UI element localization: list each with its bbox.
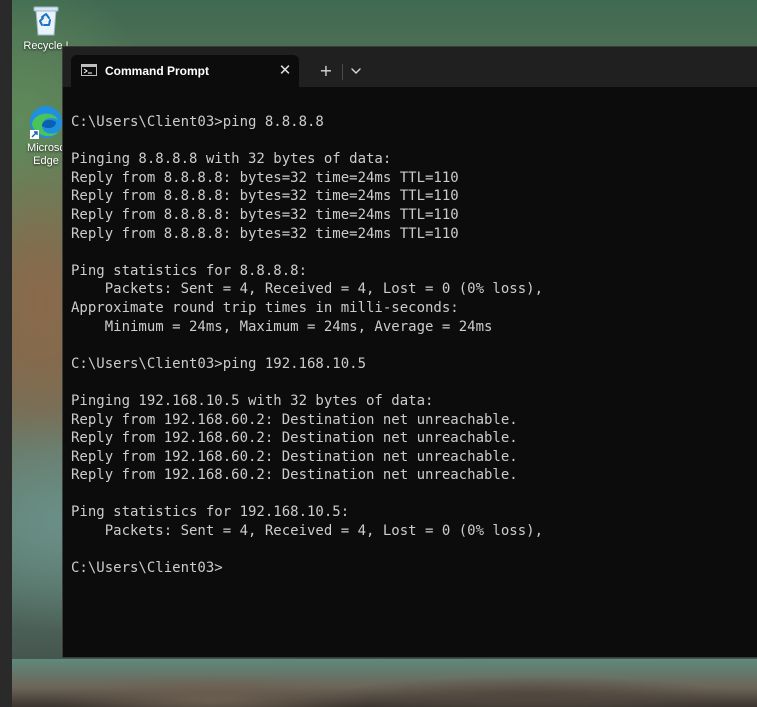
- tab-title: Command Prompt: [105, 64, 210, 78]
- recycle-bin-icon: [33, 6, 59, 36]
- titlebar-divider: [342, 64, 343, 80]
- close-tab-button[interactable]: ✕: [277, 61, 293, 79]
- console-line: C:\Users\Client03>ping 192.168.10.5: [71, 355, 367, 372]
- console-line: Approximate round trip times in milli-se…: [71, 299, 459, 316]
- new-tab-button[interactable]: +: [317, 61, 335, 81]
- console-line: C:\Users\Client03>: [71, 560, 223, 577]
- console-line: Ping statistics for 192.168.10.5:: [71, 504, 350, 521]
- console-line: Minimum = 24ms, Maximum = 24ms, Average …: [71, 318, 493, 335]
- tab-command-prompt[interactable]: Command Prompt ✕: [71, 55, 299, 87]
- console-line: Reply from 192.168.60.2: Destination net…: [71, 430, 518, 447]
- console-line: Reply from 192.168.60.2: Destination net…: [71, 411, 518, 428]
- console-line: Reply from 8.8.8.8: bytes=32 time=24ms T…: [71, 169, 459, 186]
- edge-label-line1: Microsc: [27, 142, 65, 154]
- console-line: Reply from 8.8.8.8: bytes=32 time=24ms T…: [71, 206, 459, 223]
- console-line: Reply from 192.168.60.2: Destination net…: [71, 467, 518, 484]
- console-line: C:\Users\Client03>ping 8.8.8.8: [71, 114, 324, 130]
- console-line: Reply from 8.8.8.8: bytes=32 time=24ms T…: [71, 188, 459, 205]
- edge-icon: [30, 106, 62, 139]
- console-line: Packets: Sent = 4, Received = 4, Lost = …: [71, 281, 544, 298]
- cmd-icon: [81, 64, 97, 76]
- title-bar[interactable]: Command Prompt ✕ +: [63, 47, 757, 87]
- console-line: Packets: Sent = 4, Received = 4, Lost = …: [71, 523, 544, 540]
- console-line: Reply from 8.8.8.8: bytes=32 time=24ms T…: [71, 225, 459, 242]
- command-prompt-window[interactable]: Command Prompt ✕ + C:\Users\Client03>pin…: [62, 46, 757, 658]
- left-edge-strip: [0, 0, 12, 707]
- console-line: Pinging 8.8.8.8 with 32 bytes of data:: [71, 151, 392, 168]
- console-line: Ping statistics for 8.8.8.8:: [71, 262, 308, 279]
- console-line: Pinging 192.168.10.5 with 32 bytes of da…: [71, 392, 434, 409]
- wallpaper-bottom: [12, 659, 757, 707]
- chevron-down-icon[interactable]: [349, 62, 363, 80]
- console-line: Reply from 192.168.60.2: Destination net…: [71, 448, 518, 465]
- console-output[interactable]: C:\Users\Client03>ping 8.8.8.8 Pinging 8.…: [71, 113, 751, 578]
- edge-label-line2: Edge: [33, 155, 59, 167]
